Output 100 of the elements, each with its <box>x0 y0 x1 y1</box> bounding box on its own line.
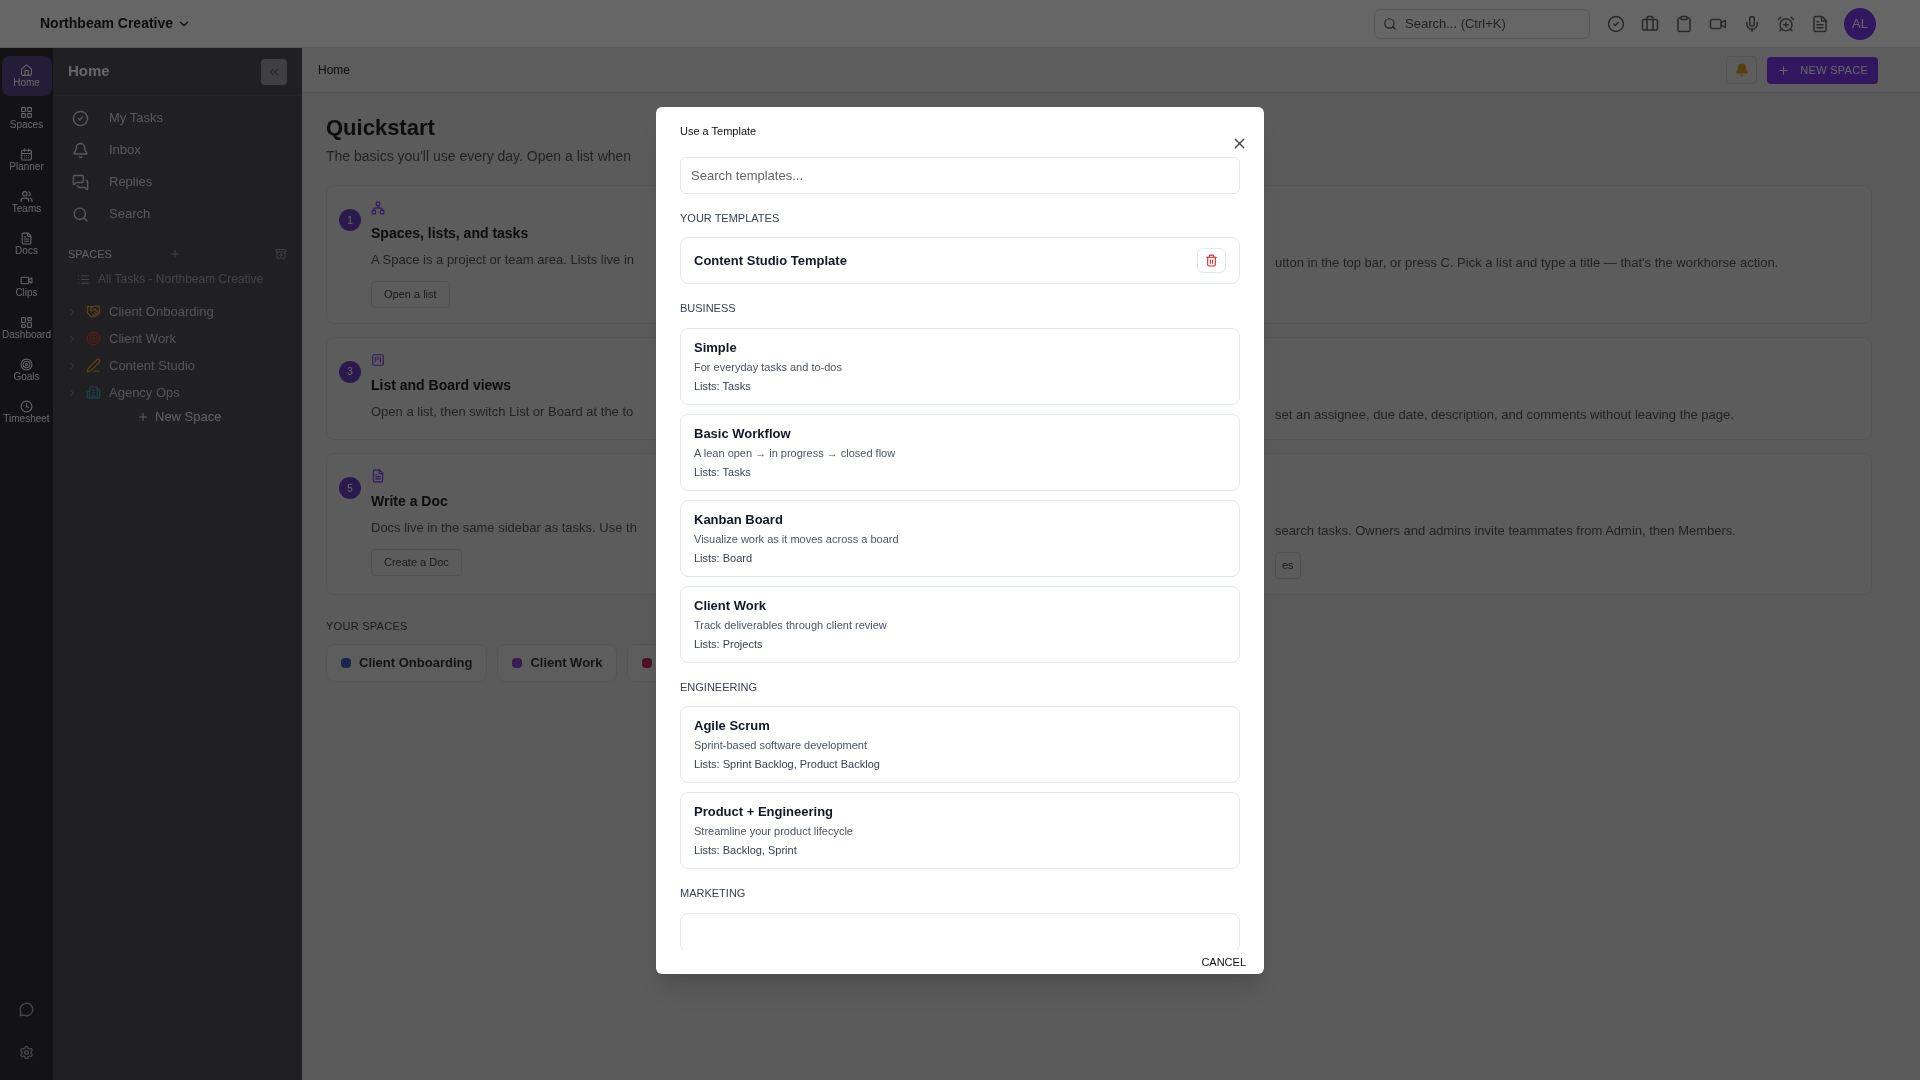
template-lists: Lists: Backlog, Sprint <box>694 841 1226 860</box>
template-card[interactable]: Basic Workflow A lean open → in progress → closed flow Lists: Tasks <box>680 413 1240 491</box>
hierarchy-icon <box>371 201 385 215</box>
section-label: MARKETING <box>680 886 747 902</box>
building-icon <box>86 385 101 400</box>
rail-label: Dashboard <box>2 328 51 341</box>
space-chip[interactable]: Client Work <box>497 644 618 682</box>
card-description: set an assignee, due date, description, and comments without leaving the page. <box>1275 405 1734 424</box>
section-label: SPACES <box>68 246 112 262</box>
section-label: BUSINESS <box>680 301 737 317</box>
rail-item[interactable]: Teams <box>1 182 52 222</box>
template-card[interactable]: Product + Engineering Streamline your product lifecycle Lists: Backlog, Sprint <box>680 792 1240 870</box>
home-icon <box>20 63 33 77</box>
search-field[interactable]: Search... (Ctrl+K) <box>1374 8 1590 39</box>
template-card[interactable]: Client Work Track deliverables through client review Lists: Projects <box>680 585 1240 663</box>
rail-label: Goals <box>13 370 40 383</box>
target-icon <box>86 331 101 346</box>
card-button[interactable]: Open a list <box>371 280 450 308</box>
document-icon <box>371 469 385 483</box>
workspace-switcher[interactable]: Northbeam Creative <box>40 13 192 34</box>
bell-icon <box>72 141 89 159</box>
card-button[interactable]: es <box>1275 551 1301 579</box>
card-title: Spaces, lists, and tasks <box>371 224 529 243</box>
rail-item[interactable]: Timesheet <box>1 392 52 432</box>
user-avatar[interactable]: AL <box>1844 7 1876 40</box>
box-icon[interactable] <box>275 248 287 260</box>
step-badge: 1 <box>339 209 361 231</box>
chat-bubbles-icon <box>72 173 89 191</box>
rail-item[interactable]: Spaces <box>1 98 52 138</box>
plus-icon <box>1777 63 1791 77</box>
section-label: YOUR TEMPLATES <box>680 210 781 226</box>
dialog-title: Use a Template <box>680 124 757 139</box>
cancel-button[interactable]: CANCEL <box>1195 949 1252 974</box>
template-description: Streamline your product lifecycle <box>694 824 854 840</box>
rail-item[interactable]: Docs <box>1 224 52 264</box>
search-icon <box>72 205 89 223</box>
grid-icon <box>20 105 33 119</box>
rail-item[interactable]: Clips <box>1 266 52 306</box>
clock-icon <box>20 399 33 413</box>
template-card[interactable]: Kanban Board Visualize work as it moves across a board Lists: Board <box>680 499 1240 577</box>
clipboard-icon[interactable] <box>1674 14 1694 33</box>
list-icon <box>77 272 90 286</box>
pen-icon <box>86 358 101 373</box>
document-icon[interactable] <box>1810 14 1830 33</box>
template-name: Simple <box>694 338 738 357</box>
chip-label: Client Work <box>530 654 603 673</box>
template-name: Product + Engineering <box>694 803 835 822</box>
rail-item[interactable]: Home <box>1 56 52 96</box>
briefcase-icon[interactable] <box>1640 14 1660 33</box>
calendar-icon <box>20 147 33 161</box>
template-description: Sprint-based software development <box>694 738 869 754</box>
template-description: For everyday tasks and to-dos <box>694 359 843 375</box>
card-title: Write a Doc <box>371 492 448 511</box>
people-icon <box>20 189 33 203</box>
search-icon <box>1383 16 1397 31</box>
card-title: List and Board views <box>371 375 512 395</box>
card-description: A Space is a project or team area. Lists live in <box>371 251 634 269</box>
rail-label: Spaces <box>9 118 44 131</box>
bell-icon <box>1734 63 1749 77</box>
new-space-link[interactable]: New Space <box>53 406 302 428</box>
template-lists: Lists: Board <box>694 548 1226 567</box>
plus-icon[interactable] <box>168 248 181 260</box>
template-description: A lean open → in progress → closed flow <box>694 445 897 461</box>
rail-label: Docs <box>15 244 38 257</box>
search-field[interactable]: Search templates... <box>680 156 1240 194</box>
step-badge: 5 <box>339 477 361 499</box>
template-lists: Lists: Sprint Backlog, Product Backlog <box>694 755 1226 774</box>
handshake-icon <box>86 304 101 319</box>
breadcrumb[interactable]: Home <box>318 61 350 79</box>
card-button[interactable]: Create a Doc <box>371 548 462 576</box>
template-name: Content Studio Template <box>694 252 847 271</box>
collapse-button[interactable] <box>261 58 287 85</box>
rail-item[interactable]: Planner <box>1 140 52 180</box>
rail-item[interactable]: Goals <box>1 350 52 390</box>
check-circle-icon <box>72 109 89 127</box>
template-name: Agile Scrum <box>694 717 771 736</box>
rail-label: Clips <box>15 286 38 299</box>
template-lists: Lists: Tasks <box>694 376 1226 395</box>
trash-icon <box>1205 254 1218 268</box>
notifications-button[interactable] <box>1726 56 1758 84</box>
rail-label: Timesheet <box>3 412 50 425</box>
check-circle-icon[interactable] <box>1606 14 1626 33</box>
alarm-clock-icon[interactable] <box>1776 14 1796 33</box>
template-lists: Lists: Projects <box>694 634 1226 653</box>
new-space-button[interactable]: NEW SPACE <box>1767 56 1878 84</box>
rail-item[interactable]: Dashboard <box>1 308 52 348</box>
template-card[interactable]: Simple For everyday tasks and to-dos Lists: Tasks <box>680 327 1240 405</box>
template-card[interactable]: Content Studio Template <box>680 237 1240 285</box>
template-card[interactable]: Agile Scrum Sprint-based software development Lists: Sprint Backlog, Product Backlog <box>680 706 1240 784</box>
chat-icon[interactable] <box>19 1002 34 1017</box>
rail-label: Planner <box>9 160 44 173</box>
template-name: Basic Workflow <box>694 424 792 443</box>
template-name: Client Work <box>694 596 767 615</box>
rail-label: Teams <box>11 202 42 215</box>
delete-button[interactable] <box>1197 248 1226 274</box>
chip-label: Client Onboarding <box>359 654 473 673</box>
settings-icon[interactable] <box>19 1045 34 1060</box>
sidebar-title: Home <box>68 61 110 82</box>
space-chip[interactable]: Client Onboarding <box>326 644 488 682</box>
card-description: search tasks. Owners and admins invite teammates from Admin, then Members. <box>1275 522 1736 540</box>
